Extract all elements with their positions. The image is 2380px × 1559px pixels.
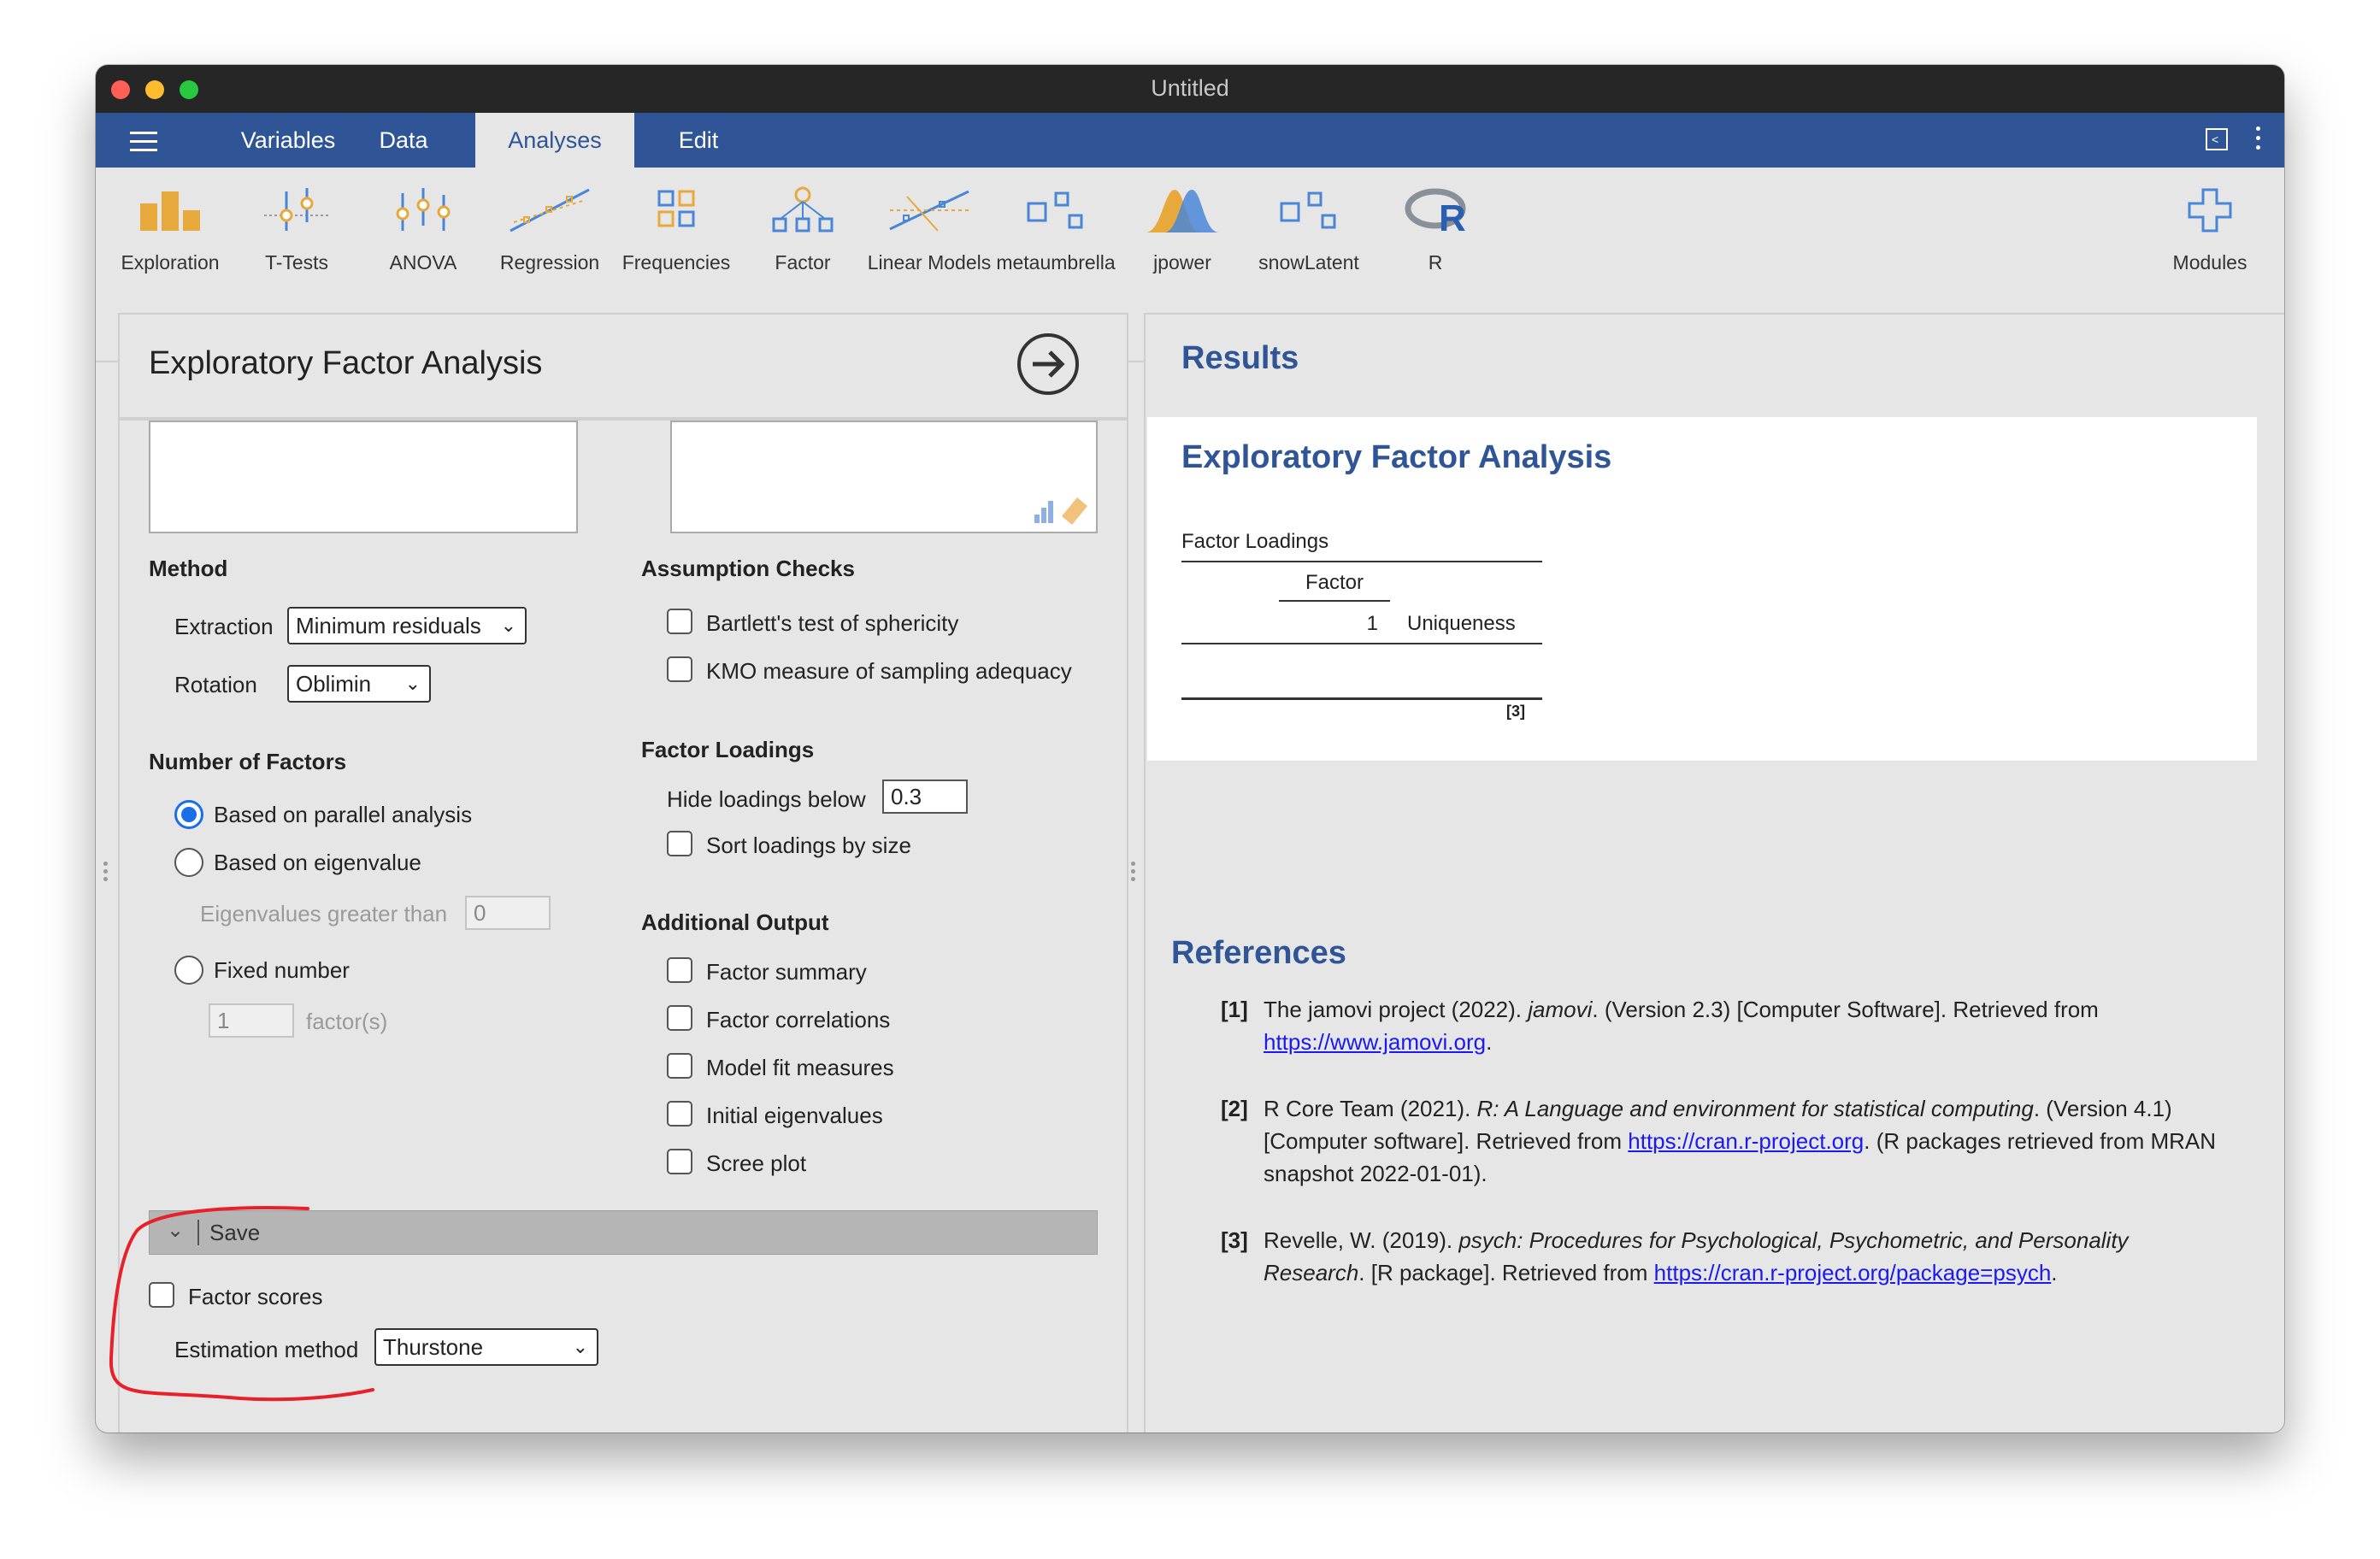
red-annotation-outline <box>109 1206 374 1402</box>
